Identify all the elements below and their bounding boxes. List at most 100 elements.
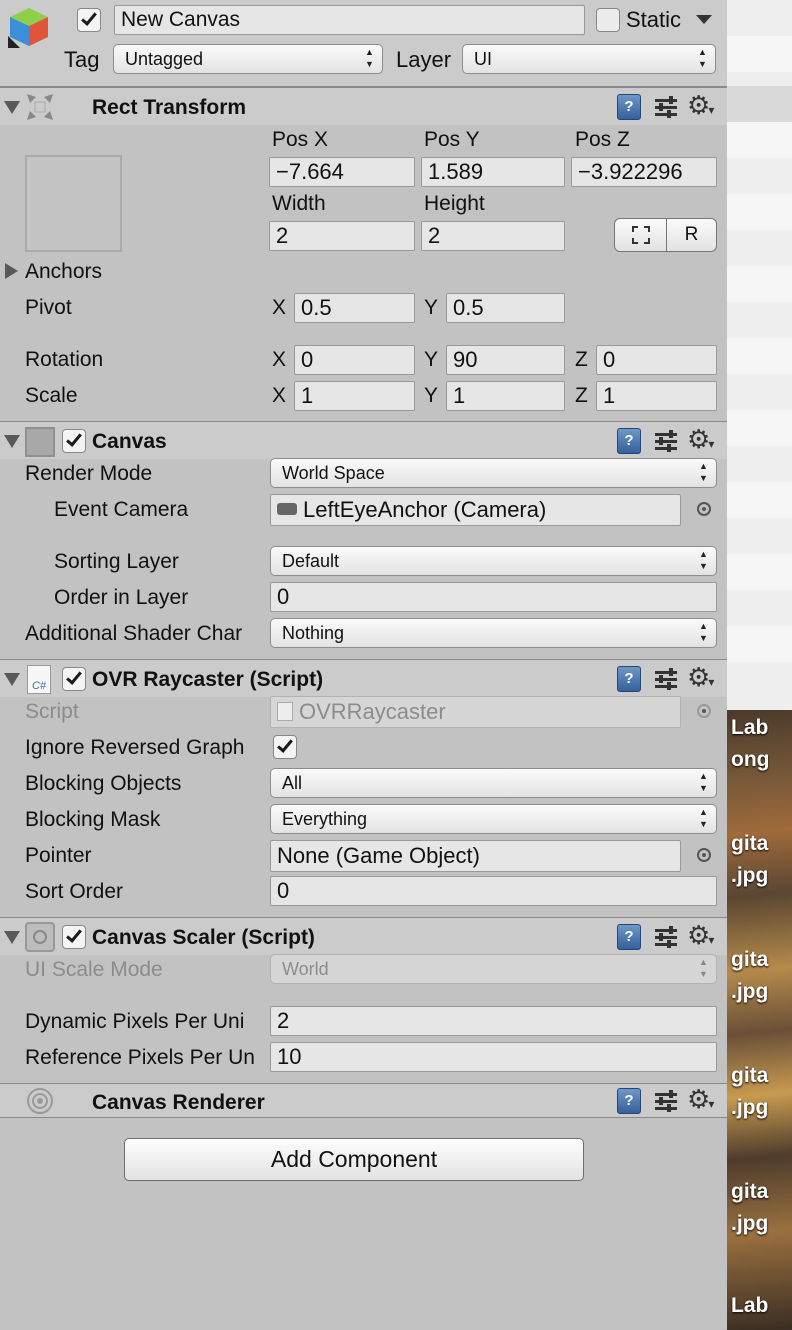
pivot-label: Pivot	[25, 296, 72, 319]
pos-y-input[interactable]: 1.589	[421, 157, 565, 187]
render-mode-value: World Space	[282, 463, 385, 483]
gameobject-header: New Canvas Static Tag Untagged ▲ ▼ Layer U…	[0, 0, 727, 87]
desktop-file-label: gita	[731, 1064, 769, 1087]
reference-pixels-input[interactable]: 10	[270, 1042, 717, 1072]
ui-scale-mode-dropdown: World ▲ ▼	[270, 954, 717, 984]
pointer-field[interactable]: None (Game Object)	[270, 840, 681, 872]
desktop-file-label: gita	[731, 948, 769, 971]
render-mode-dropdown[interactable]: World Space ▲ ▼	[270, 458, 717, 488]
canvas-title: Canvas	[92, 430, 167, 453]
gear-icon[interactable]: ⚙▾	[687, 920, 714, 955]
tag-dropdown[interactable]: Untagged ▲ ▼	[113, 44, 383, 74]
additional-shader-label: Additional Shader Char	[25, 622, 243, 645]
pos-z-input[interactable]: −3.922296	[571, 157, 717, 187]
static-label: Static	[626, 7, 682, 32]
desktop-file-label: gita	[731, 832, 769, 855]
updown-arrow-icon: ▲ ▼	[699, 621, 708, 643]
gear-icon[interactable]: ⚙▾	[687, 662, 714, 697]
updown-arrow-icon: ▲ ▼	[698, 47, 707, 69]
order-in-layer-input[interactable]: 0	[270, 582, 717, 612]
additional-shader-value: Nothing	[282, 623, 345, 643]
foldout-arrow-icon[interactable]	[4, 931, 20, 944]
scale-x-input[interactable]: 1	[294, 381, 415, 411]
help-icon[interactable]: ?	[617, 924, 641, 950]
additional-shader-dropdown[interactable]: Nothing ▲ ▼	[270, 618, 717, 648]
help-icon[interactable]: ?	[617, 428, 641, 454]
pivot-x-input[interactable]: 0.5	[294, 293, 415, 323]
help-icon[interactable]: ?	[617, 666, 641, 692]
gear-icon[interactable]: ⚙▾	[687, 424, 714, 459]
foldout-arrow-icon[interactable]	[4, 673, 20, 686]
static-dropdown-arrow-icon[interactable]	[696, 15, 712, 24]
dynamic-pixels-input[interactable]: 2	[270, 1006, 717, 1036]
add-component-button[interactable]: Add Component	[124, 1138, 584, 1181]
gear-icon[interactable]: ⚙▾	[687, 90, 714, 125]
component-header-icons: ? ⚙▾	[617, 1084, 727, 1119]
canvas-scaler-header[interactable]: Canvas Scaler (Script) ? ⚙▾	[0, 917, 727, 955]
inspector-panel: New Canvas Static Tag Untagged ▲ ▼ Layer U…	[0, 0, 727, 1330]
anchors-foldout-arrow-icon[interactable]	[5, 263, 18, 279]
canvas-renderer-header[interactable]: Canvas Renderer ? ⚙▾	[0, 1083, 727, 1118]
preset-sliders-icon[interactable]	[655, 430, 677, 452]
active-checkbox[interactable]	[77, 8, 101, 32]
ignore-reversed-checkbox[interactable]	[273, 735, 297, 759]
canvas-header[interactable]: Canvas ? ⚙▾	[0, 421, 727, 459]
anchor-preset-box[interactable]	[25, 155, 122, 252]
scaler-enabled-checkbox[interactable]	[62, 925, 86, 949]
blocking-objects-dropdown[interactable]: All ▲ ▼	[270, 768, 717, 798]
layer-dropdown[interactable]: UI ▲ ▼	[462, 44, 716, 74]
preset-sliders-icon[interactable]	[655, 1090, 677, 1112]
scale-y-input[interactable]: 1	[446, 381, 565, 411]
pivot-y-input[interactable]: 0.5	[446, 293, 565, 323]
rotation-x-input[interactable]: 0	[294, 345, 415, 375]
pos-y-label: Pos Y	[424, 128, 480, 151]
canvas-enabled-checkbox[interactable]	[62, 429, 86, 453]
desktop-file-label: Lab	[731, 1294, 769, 1317]
ovr-raycaster-header[interactable]: C# OVR Raycaster (Script) ? ⚙▾	[0, 659, 727, 697]
gear-icon[interactable]: ⚙▾	[687, 1084, 714, 1119]
help-icon[interactable]: ?	[617, 1088, 641, 1114]
sorting-layer-dropdown[interactable]: Default ▲ ▼	[270, 546, 717, 576]
help-icon[interactable]: ?	[617, 94, 641, 120]
dotted-rect-icon	[631, 225, 650, 244]
gameobject-name-input[interactable]: New Canvas	[114, 5, 585, 35]
blueprint-mode-button[interactable]	[614, 218, 667, 252]
event-camera-field[interactable]: LeftEyeAnchor (Camera)	[270, 494, 681, 526]
object-picker-icon[interactable]	[697, 848, 711, 862]
rect-transform-header[interactable]: Rect Transform ? ⚙▾	[0, 87, 727, 125]
anchors-label[interactable]: Anchors	[25, 259, 102, 285]
component-header-icons: ? ⚙▾	[617, 424, 727, 459]
foldout-arrow-icon[interactable]	[4, 435, 20, 448]
raw-edit-button[interactable]: R	[666, 218, 717, 252]
rotation-x-label: X	[272, 348, 287, 371]
desktop-file-label: .jpg	[731, 1212, 769, 1235]
width-input[interactable]: 2	[269, 221, 415, 251]
csharp-script-icon: C#	[27, 665, 51, 694]
rotation-z-label: Z	[575, 348, 588, 371]
preset-sliders-icon[interactable]	[655, 668, 677, 690]
updown-arrow-icon: ▲ ▼	[365, 47, 374, 69]
pos-x-input[interactable]: −7.664	[269, 157, 415, 187]
foldout-arrow-icon[interactable]	[4, 101, 20, 114]
event-camera-value: LeftEyeAnchor (Camera)	[303, 497, 547, 522]
rotation-y-input[interactable]: 90	[446, 345, 565, 375]
preset-sliders-icon[interactable]	[655, 926, 677, 948]
ignore-reversed-label: Ignore Reversed Graph	[25, 736, 245, 759]
updown-arrow-icon: ▲ ▼	[699, 807, 708, 829]
ovr-raycaster-title: OVR Raycaster (Script)	[92, 668, 324, 691]
preset-sliders-icon[interactable]	[655, 96, 677, 118]
component-header-icons: ? ⚙▾	[617, 662, 727, 697]
blocking-mask-value: Everything	[282, 809, 368, 829]
height-input[interactable]: 2	[421, 221, 565, 251]
order-in-layer-label: Order in Layer	[54, 586, 189, 609]
updown-arrow-icon: ▲ ▼	[699, 461, 708, 483]
ovr-enabled-checkbox[interactable]	[62, 667, 86, 691]
sort-order-input[interactable]: 0	[270, 876, 717, 906]
rotation-y-label: Y	[424, 348, 439, 371]
static-checkbox[interactable]	[596, 8, 620, 32]
rotation-z-input[interactable]: 0	[596, 345, 717, 375]
blocking-mask-dropdown[interactable]: Everything ▲ ▼	[270, 804, 717, 834]
object-picker-icon[interactable]	[697, 502, 711, 516]
scale-z-input[interactable]: 1	[596, 381, 717, 411]
tag-value: Untagged	[125, 49, 204, 69]
